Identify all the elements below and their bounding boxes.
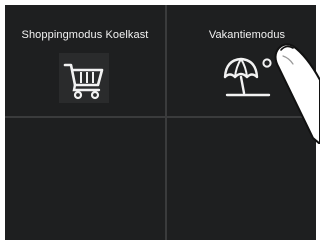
shopping-cart-icon [59,53,109,103]
shopping-mode-label: Shoppingmodus Koelkast [21,29,149,41]
empty-tile-bottom-left [5,118,165,240]
shopping-mode-tile[interactable]: Shoppingmodus Koelkast [5,5,165,116]
pointing-finger-icon [274,43,320,144]
